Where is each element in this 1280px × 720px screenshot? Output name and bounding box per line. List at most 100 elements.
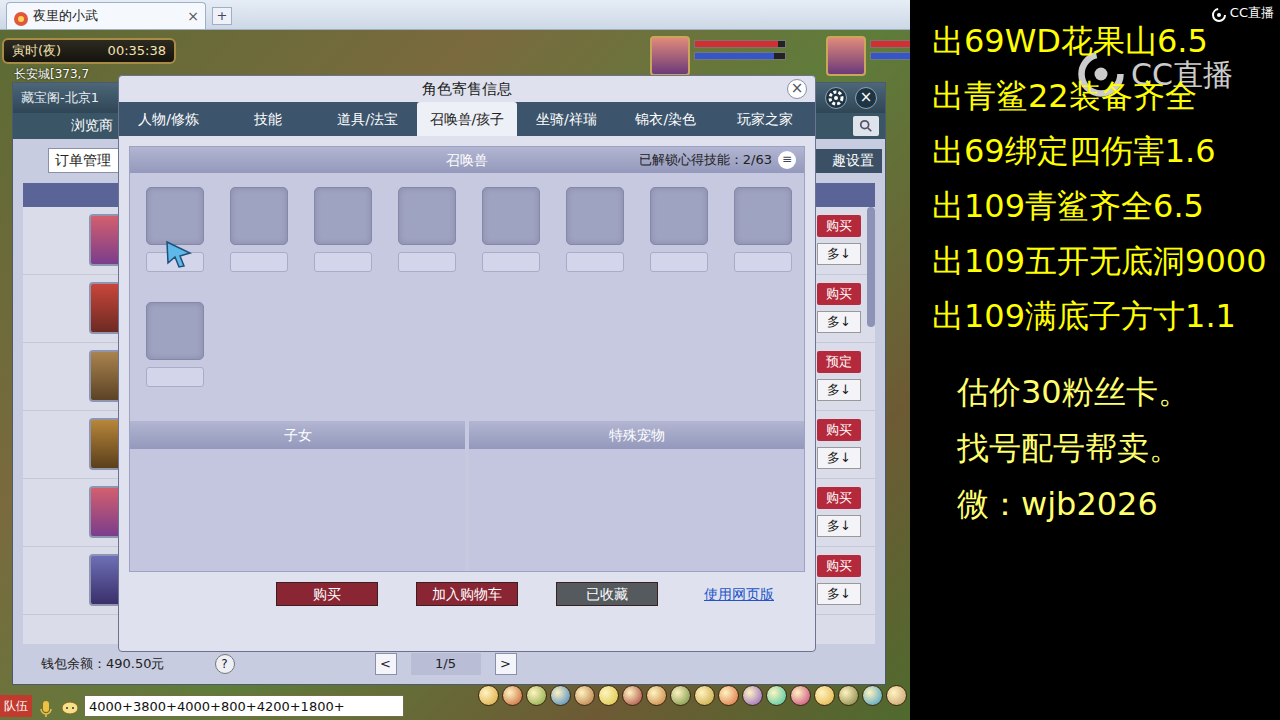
toolbar-icon[interactable] bbox=[502, 685, 523, 706]
toolbar-icon[interactable] bbox=[790, 685, 811, 706]
gear-icon[interactable] bbox=[825, 87, 847, 109]
toolbar-icon[interactable] bbox=[814, 685, 835, 706]
pet-title: 召唤兽 bbox=[446, 150, 488, 171]
buy-button[interactable]: 购买 bbox=[817, 555, 861, 577]
prev-page-button[interactable]: < bbox=[375, 653, 397, 675]
pet-slot-box[interactable] bbox=[230, 187, 288, 245]
notes: 估价30粉丝卡。找号配号帮卖。微：wjb2026 bbox=[957, 364, 1280, 532]
buy-button[interactable]: 预定 bbox=[817, 351, 861, 373]
dialog-buttons: 购买 加入购物车 已收藏 使用网页版 bbox=[119, 572, 815, 606]
pet-slot-name bbox=[146, 367, 204, 387]
pet-slot-box[interactable] bbox=[146, 187, 204, 245]
party-member[interactable] bbox=[826, 36, 910, 76]
toolbar-icon[interactable] bbox=[550, 685, 571, 706]
next-page-button[interactable]: > bbox=[495, 653, 517, 675]
dialog-tab[interactable]: 人物/修炼 bbox=[119, 102, 218, 136]
dialog-tabs: 人物/修炼技能道具/法宝召唤兽/孩子坐骑/祥瑞锦衣/染色玩家之家 bbox=[119, 102, 815, 136]
toolbar-icon[interactable] bbox=[718, 685, 739, 706]
chat-input[interactable] bbox=[84, 695, 404, 717]
dialog-tab[interactable]: 玩家之家 bbox=[716, 102, 815, 136]
dialog-tab[interactable]: 召唤兽/孩子 bbox=[417, 102, 516, 136]
emote-icon[interactable] bbox=[60, 696, 80, 716]
more-button[interactable]: 多↓ bbox=[817, 243, 861, 265]
pet-slot-box[interactable] bbox=[314, 187, 372, 245]
tab-close-button[interactable]: × bbox=[187, 6, 199, 27]
toolbar-icon[interactable] bbox=[646, 685, 667, 706]
toolbar-icon[interactable] bbox=[766, 685, 787, 706]
party-member[interactable] bbox=[650, 36, 786, 76]
dialog-tab[interactable]: 技能 bbox=[218, 102, 317, 136]
toolbar-icon[interactable] bbox=[478, 685, 499, 706]
toolbar-icon[interactable] bbox=[886, 685, 907, 706]
status-bars bbox=[866, 36, 910, 76]
toolbar-icon[interactable] bbox=[526, 685, 547, 706]
tab-title: 夜里的小武 bbox=[33, 6, 98, 26]
more-button[interactable]: 多↓ bbox=[817, 447, 861, 469]
portrait-icon[interactable] bbox=[650, 36, 690, 76]
game-scene[interactable]: 寅时(夜)00:35:38长安城[373,7藏宝阁-北京1×浏览商订单管理趣设置… bbox=[0, 30, 910, 720]
pet-slot-box[interactable] bbox=[734, 187, 792, 245]
search-icon[interactable] bbox=[853, 116, 879, 136]
dialog-button[interactable]: 已收藏 bbox=[556, 582, 658, 606]
pet-slot[interactable] bbox=[314, 187, 372, 272]
pet-slot-box[interactable] bbox=[398, 187, 456, 245]
browse-tab[interactable]: 浏览商 bbox=[71, 115, 113, 136]
cbg-title: 藏宝阁-北京1 bbox=[21, 88, 99, 108]
more-button[interactable]: 多↓ bbox=[817, 515, 861, 537]
browser-tab[interactable]: 夜里的小武 × bbox=[6, 2, 206, 29]
cbg-close-button[interactable]: × bbox=[855, 87, 877, 109]
more-button[interactable]: 多↓ bbox=[817, 311, 861, 333]
pet-slot[interactable] bbox=[398, 187, 456, 272]
toolbar-icon[interactable] bbox=[622, 685, 643, 706]
dialog-tab[interactable]: 坐骑/祥瑞 bbox=[517, 102, 616, 136]
pet-slot-box[interactable] bbox=[566, 187, 624, 245]
skills-info: 已解锁心得技能：2/63 ≡ bbox=[639, 147, 796, 173]
pet-slot-box[interactable] bbox=[482, 187, 540, 245]
microphone-icon[interactable] bbox=[36, 696, 56, 716]
screen: 夜里的小武×+ 寅时(夜)00:35:38长安城[373,7藏宝阁-北京1×浏览… bbox=[0, 0, 1280, 720]
toolbar-icon[interactable] bbox=[574, 685, 595, 706]
dialog-tab[interactable]: 道具/法宝 bbox=[318, 102, 417, 136]
pet-slot[interactable] bbox=[146, 302, 204, 387]
toolbar-icon[interactable] bbox=[742, 685, 763, 706]
channel-button[interactable]: 队伍 bbox=[0, 695, 32, 717]
wallet-balance: 钱包余额：490.50元 bbox=[41, 654, 165, 674]
pet-slot-box[interactable] bbox=[146, 302, 204, 360]
mp-bar bbox=[694, 52, 786, 60]
toolbar-icon[interactable] bbox=[838, 685, 859, 706]
pet-slot-box[interactable] bbox=[650, 187, 708, 245]
toolbar-icon[interactable] bbox=[598, 685, 619, 706]
pet-slot[interactable] bbox=[566, 187, 624, 272]
children-panel: 子女 bbox=[130, 421, 465, 571]
pet-slot[interactable] bbox=[230, 187, 288, 272]
toolbar-icon[interactable] bbox=[670, 685, 691, 706]
dialog-button[interactable]: 加入购物车 bbox=[416, 582, 518, 606]
buy-button[interactable]: 购买 bbox=[817, 487, 861, 509]
help-button[interactable]: ? bbox=[215, 654, 235, 674]
pet-slot-name bbox=[398, 252, 456, 272]
new-tab-button[interactable]: + bbox=[212, 7, 232, 25]
row-actions: 购买多↓ bbox=[817, 487, 861, 537]
pet-slot[interactable] bbox=[146, 187, 204, 272]
skills-count: 已解锁心得技能：2/63 bbox=[639, 150, 772, 170]
toolbar-icon[interactable] bbox=[862, 685, 883, 706]
buy-button[interactable]: 购买 bbox=[817, 283, 861, 305]
dialog-tab[interactable]: 锦衣/染色 bbox=[616, 102, 715, 136]
buy-button[interactable]: 购买 bbox=[817, 419, 861, 441]
buy-button[interactable]: 购买 bbox=[817, 215, 861, 237]
pet-slot[interactable] bbox=[650, 187, 708, 272]
settings-button[interactable]: 趣设置 bbox=[812, 149, 882, 173]
toolbar-icon[interactable] bbox=[694, 685, 715, 706]
dialog-close-button[interactable]: × bbox=[787, 79, 807, 99]
portrait-icon[interactable] bbox=[826, 36, 866, 76]
more-button[interactable]: 多↓ bbox=[817, 583, 861, 605]
scrollbar[interactable] bbox=[867, 207, 875, 327]
dialog-button[interactable]: 购买 bbox=[276, 582, 378, 606]
cc-logo: CC直播 bbox=[1211, 3, 1274, 23]
pet-slot[interactable] bbox=[734, 187, 792, 272]
more-button[interactable]: 多↓ bbox=[817, 379, 861, 401]
browser-bar: 夜里的小武 × + bbox=[0, 0, 910, 30]
skills-menu-button[interactable]: ≡ bbox=[778, 151, 796, 169]
web-version-link[interactable]: 使用网页版 bbox=[704, 584, 774, 605]
pet-slot[interactable] bbox=[482, 187, 540, 272]
